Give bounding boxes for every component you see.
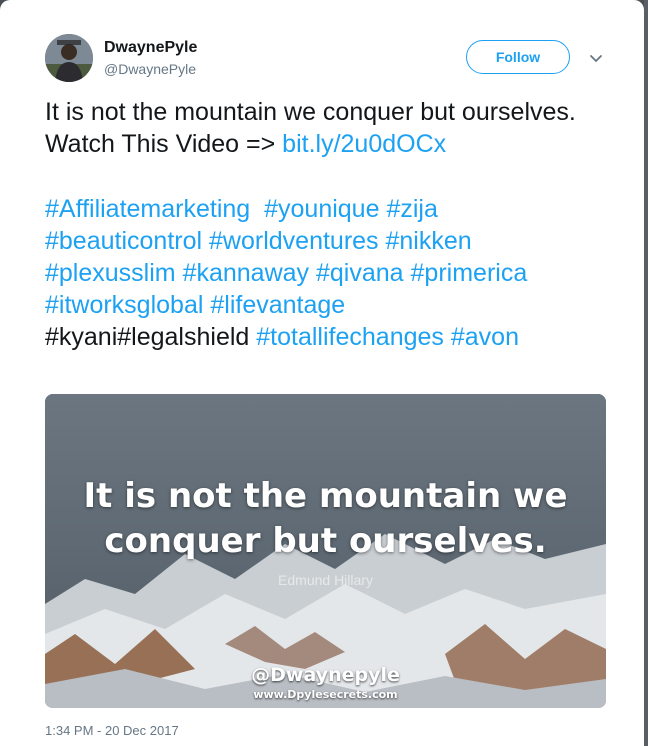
media-website: www.Dpylesecrets.com — [253, 688, 398, 701]
avatar[interactable] — [45, 34, 93, 82]
media-quote-author: Edmund Hillary — [278, 572, 373, 588]
tweet-timestamp[interactable]: 1:34 PM - 20 Dec 2017 — [45, 723, 179, 738]
tweet-media-image[interactable]: It is not the mountain we conquer but ou… — [45, 394, 606, 708]
tweet-card: DwaynePyle @DwaynePyle Follow It is not … — [0, 0, 644, 746]
hashtag[interactable]: #primerica — [411, 259, 528, 287]
tweet-watch-prefix: Watch This Video => — [45, 130, 283, 159]
hashtag[interactable]: #nikken — [386, 227, 472, 255]
backdrop — [644, 0, 648, 746]
avatar-image — [45, 34, 93, 82]
author-name[interactable]: DwaynePyle — [104, 39, 197, 57]
hashtag[interactable]: #worldventures — [209, 227, 379, 255]
tweet-line-1: It is not the mountain we conquer but ou… — [45, 98, 576, 126]
tweet-plain-tags: #kyani#legalshield — [45, 323, 250, 352]
tweet-link[interactable]: bit.ly/2u0dOCx — [282, 130, 446, 158]
hashtag[interactable]: #plexusslim — [45, 259, 176, 287]
media-quote: It is not the mountain we conquer but ou… — [83, 476, 568, 561]
tweet-text: It is not the mountain we conquer but ou… — [45, 96, 625, 354]
hashtag[interactable]: #avon — [451, 323, 519, 351]
media-watermark: @Dwaynepyle — [251, 664, 400, 686]
hashtag[interactable]: #kannaway — [183, 259, 309, 287]
hashtag[interactable]: #qivana — [316, 259, 404, 287]
hashtag[interactable]: #lifevantage — [210, 291, 345, 319]
hashtag[interactable]: #beauticontrol — [45, 227, 202, 255]
hashtag[interactable]: #Affiliatemarketing — [45, 195, 250, 223]
follow-button[interactable]: Follow — [466, 40, 570, 74]
hashtag[interactable]: #zija — [386, 195, 437, 223]
hashtag[interactable]: #itworksglobal — [45, 291, 203, 319]
chevron-down-icon[interactable] — [586, 48, 606, 68]
hashtag[interactable]: #totallifechanges — [256, 323, 444, 351]
hashtag[interactable]: #younique — [264, 195, 379, 223]
author-handle[interactable]: @DwaynePyle — [104, 61, 196, 77]
